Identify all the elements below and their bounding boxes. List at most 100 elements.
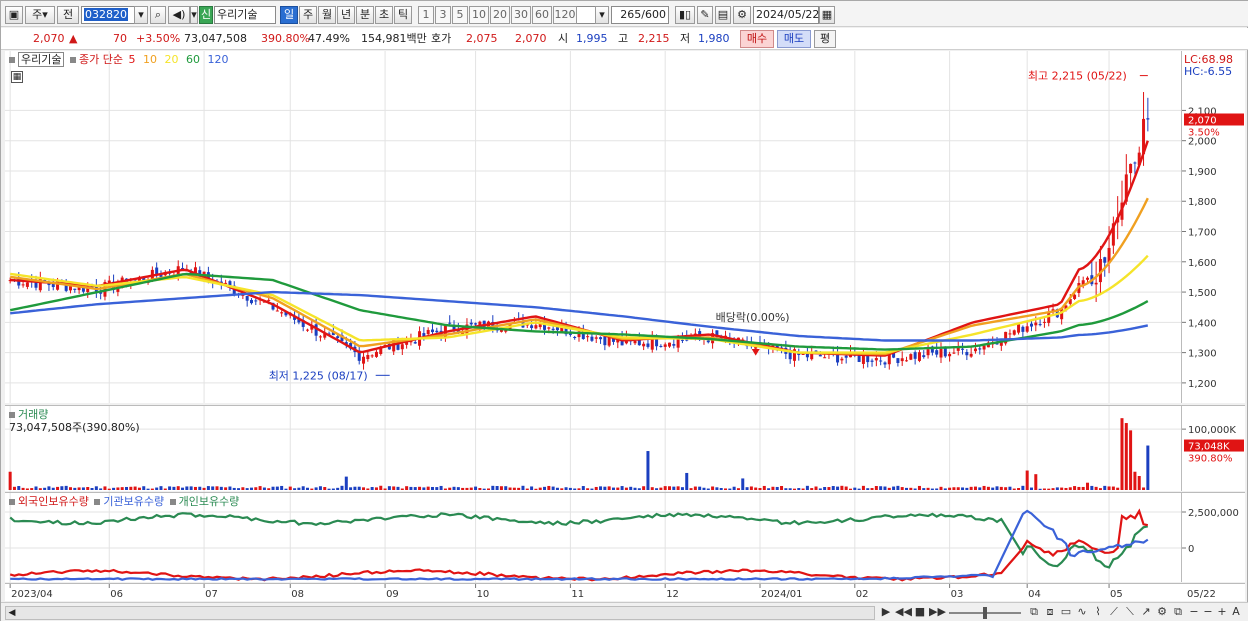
volume-bar — [17, 486, 21, 490]
volume-bar — [86, 487, 90, 490]
legend-stock-name[interactable]: 우리기술 — [18, 52, 65, 67]
sell-button[interactable]: 매도 — [777, 30, 811, 48]
candle-body — [1146, 118, 1150, 120]
rewind-icon[interactable]: ◀◀ — [895, 605, 912, 620]
calendar-icon[interactable]: ▦ — [819, 6, 835, 24]
price-pane[interactable]: 최고 2,215 (05/22) 최저 1,225 (08/17) 배당락(0.00… — [5, 51, 1181, 403]
legend-individual: 개인보유수량 — [178, 495, 240, 508]
speaker-icon[interactable]: ◀) — [168, 6, 190, 24]
volume-bar — [853, 487, 857, 490]
minus-icon[interactable]: − — [1201, 605, 1215, 620]
interval-dropdown-icon[interactable]: ▾ — [595, 6, 609, 24]
volume-bar — [1021, 485, 1025, 490]
volume-bar — [667, 486, 671, 490]
gear-small-icon[interactable]: ⚙ — [1155, 605, 1169, 620]
layout-icon[interactable]: ▣ — [5, 6, 23, 24]
candle-body — [245, 295, 249, 301]
code-dropdown-icon[interactable]: ▾ — [134, 6, 148, 24]
candle-body — [1038, 324, 1042, 326]
window-icon[interactable]: ⧉ — [1027, 605, 1041, 620]
volume-bar — [508, 487, 512, 490]
stop-icon[interactable]: ■ — [913, 605, 927, 620]
scroll-left-icon[interactable]: ◀ — [6, 607, 18, 619]
zoom-slider-handle[interactable] — [983, 607, 987, 619]
volume-bar — [780, 485, 784, 490]
date-tick-label: 05 — [1110, 589, 1123, 600]
volume-bar — [418, 486, 422, 490]
avg-price-button[interactable]: 평 — [814, 30, 836, 48]
period-button[interactable]: 초 — [375, 6, 393, 24]
search-icon[interactable]: ⌕ — [150, 6, 166, 24]
stock-name-field[interactable]: 우리기술 — [214, 6, 276, 24]
volume-bar — [611, 487, 615, 490]
volume-bar — [986, 486, 990, 490]
volume-bar — [310, 488, 314, 490]
volume-bar — [146, 488, 150, 490]
interval-button[interactable]: 3 — [435, 6, 451, 24]
volume-bar — [314, 487, 318, 490]
date-input[interactable]: 2024/05/22 — [753, 6, 819, 24]
last-volume-pct: 390.80% — [1188, 454, 1233, 465]
candle-body — [1042, 321, 1046, 323]
pane-icon[interactable]: ▭ — [1059, 605, 1073, 620]
candle-type-icon[interactable]: ▮▯ — [675, 6, 695, 24]
horizontal-scrollbar[interactable]: ◀ — [5, 606, 875, 620]
decrease-icon[interactable]: − — [1187, 605, 1201, 620]
buy-button[interactable]: 매수 — [740, 30, 774, 48]
period-button[interactable]: 일 — [280, 6, 298, 24]
split-icon[interactable]: ⧈ — [1043, 605, 1057, 620]
volume-bar — [866, 488, 870, 490]
holdings-tick-label: 2,500,000 — [1188, 508, 1239, 519]
scope-button[interactable]: 전 — [57, 6, 79, 24]
draw-arrow-icon[interactable]: ↗ — [1139, 605, 1153, 620]
copy-icon[interactable]: ⧉ — [1171, 605, 1185, 620]
period-button[interactable]: 년 — [337, 6, 355, 24]
period-button[interactable]: 주 — [299, 6, 317, 24]
volume-bar — [340, 485, 344, 490]
volume-bar — [1120, 418, 1124, 490]
scroll-right-icon[interactable]: ▶ — [879, 605, 893, 620]
period-button[interactable]: 분 — [356, 6, 374, 24]
interval-button[interactable]: 60 — [532, 6, 552, 24]
gear-icon[interactable]: ⚙ — [733, 6, 751, 24]
volume-bar — [642, 486, 646, 490]
volume-bar — [288, 486, 292, 490]
interval-button[interactable]: 120 — [553, 6, 577, 24]
period-button[interactable]: 월 — [318, 6, 336, 24]
type-dropdown[interactable]: 주▾ — [25, 6, 55, 24]
candle-body — [34, 282, 38, 288]
plus-icon[interactable]: + — [1215, 605, 1229, 620]
interval-button[interactable]: 10 — [469, 6, 489, 24]
candle-body — [573, 336, 577, 338]
price-tick-label: 1,400 — [1188, 318, 1217, 329]
period-button[interactable]: 틱 — [394, 6, 412, 24]
draw-ray-icon[interactable]: ⟍ — [1123, 605, 1137, 620]
interval-button[interactable]: 1 — [418, 6, 434, 24]
text-size-icon[interactable]: A — [1229, 605, 1243, 620]
fast-forward-icon[interactable]: ▶▶ — [929, 605, 946, 620]
interval-button[interactable]: 5 — [452, 6, 468, 24]
speaker-dropdown-icon[interactable]: ▾ — [190, 6, 198, 24]
interval-button[interactable]: 30 — [511, 6, 531, 24]
legend-ma-period: 60 — [182, 53, 200, 66]
interval-button[interactable]: 20 — [490, 6, 510, 24]
tools-icon[interactable]: ✎ — [697, 6, 713, 24]
range-input[interactable]: 265/600 — [611, 6, 669, 24]
volume-bar — [1017, 488, 1021, 490]
volume-bar — [504, 486, 508, 490]
stock-code-input[interactable]: 032820 — [81, 6, 135, 24]
chart-type-icon[interactable]: ∿ — [1075, 605, 1089, 620]
candle-body — [603, 336, 607, 346]
holdings-pane[interactable]: 외국인보유수량 기관보유수량 개인보유수량 — [5, 492, 1181, 583]
save-icon[interactable]: ▤ — [715, 6, 731, 24]
date-tick-label: 11 — [571, 589, 584, 600]
draw-line-icon[interactable]: ⟋ — [1107, 605, 1121, 620]
volume-bar — [1077, 486, 1081, 490]
volume-bar — [521, 485, 525, 490]
volume-bar — [383, 488, 387, 490]
volume-bar — [47, 486, 51, 490]
table-icon[interactable]: ▦ — [11, 71, 23, 83]
volume-pane[interactable]: 거래량 73,047,508주(390.80%) — [5, 405, 1181, 492]
candle-body — [667, 342, 671, 347]
trend-icon[interactable]: ⌇ — [1091, 605, 1105, 620]
